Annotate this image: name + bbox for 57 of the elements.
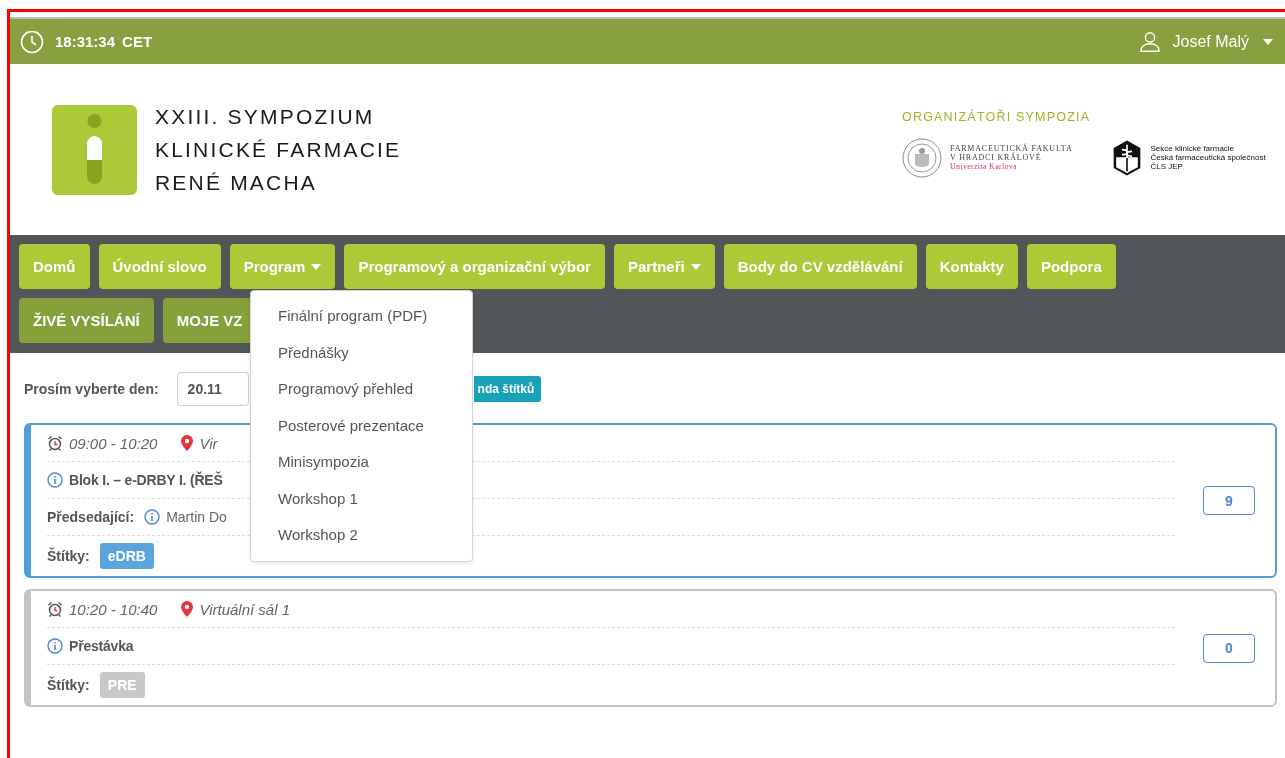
count-badge: 9 bbox=[1203, 486, 1255, 515]
clock-time: 18:31:34 bbox=[55, 33, 116, 50]
nav-button[interactable]: Programový a organizační výbor bbox=[344, 244, 605, 289]
alarm-clock-icon bbox=[47, 601, 63, 617]
seal-icon bbox=[902, 137, 942, 178]
nav-button[interactable]: Domů bbox=[19, 244, 90, 289]
alarm-clock-icon bbox=[47, 435, 63, 451]
timezone: CET bbox=[122, 33, 153, 50]
chair-name: Martin Do bbox=[166, 509, 227, 525]
nav-button[interactable]: Kontakty bbox=[925, 244, 1018, 289]
organizer-name: V HRADCI KRÁLOVÉ bbox=[950, 153, 1042, 162]
count-badge: 0 bbox=[1203, 633, 1255, 663]
session-time: 09:00 - 10:20 bbox=[69, 434, 158, 452]
info-icon[interactable] bbox=[144, 509, 161, 525]
organizer-name: Česká farmaceutická společnost bbox=[1150, 153, 1266, 162]
nav-button[interactable]: Úvodní slovo bbox=[98, 244, 221, 289]
logo-icon bbox=[52, 104, 137, 195]
info-icon[interactable] bbox=[47, 472, 63, 488]
user-icon bbox=[1138, 30, 1161, 53]
nav-button[interactable]: ŽIVÉ VYSÍLÁNÍ bbox=[19, 298, 154, 343]
nav-button[interactable]: Body do CV vzdělávání bbox=[723, 244, 917, 289]
session-title: Blok I. – e-DRBY I. (ŘEŠ bbox=[69, 472, 223, 488]
day-select[interactable]: 20.11 bbox=[176, 372, 249, 406]
organizer-name: Sekce klinické farmacie bbox=[1150, 144, 1236, 153]
user-menu[interactable]: Josef Malý bbox=[1138, 30, 1273, 53]
menu-item[interactable]: Workshop 1 bbox=[251, 480, 472, 517]
session-time: 10:20 - 10:40 bbox=[69, 600, 158, 618]
menu-item[interactable]: Posterové prezentace bbox=[251, 407, 472, 444]
menu-item[interactable]: Programový přehled bbox=[251, 371, 472, 408]
chair-label: Předsedající: bbox=[47, 509, 135, 525]
tags-label: Štítky: bbox=[47, 677, 90, 693]
nav-button[interactable]: Program bbox=[229, 244, 336, 289]
organizers-heading: ORGANIZÁTOŘI SYMPOZIA bbox=[902, 109, 1092, 124]
nav-button[interactable]: Podpora bbox=[1026, 244, 1116, 289]
symposium-title: XXIII. SYMPOZIUM bbox=[155, 104, 376, 130]
symposium-title: RENÉ MACHA bbox=[155, 170, 319, 196]
tags-label: Štítky: bbox=[47, 548, 90, 564]
session-location: Virtuální sál 1 bbox=[199, 600, 290, 618]
nav-button[interactable]: Partneři bbox=[613, 244, 715, 289]
caret-icon bbox=[311, 263, 322, 270]
location-pin-icon bbox=[181, 435, 194, 451]
tag-legend-button[interactable]: nda štítků bbox=[473, 376, 542, 402]
organizer-name: FARMACEUTICKÁ FAKULTA bbox=[950, 144, 1073, 153]
clock-icon bbox=[20, 29, 44, 54]
caret-icon bbox=[690, 263, 701, 270]
menu-item[interactable]: Workshop 2 bbox=[251, 517, 472, 554]
menu-item[interactable]: Minisympozia bbox=[251, 444, 472, 481]
location-pin-icon bbox=[181, 601, 194, 617]
organizer-name: Univerzita Karlova bbox=[950, 162, 1018, 171]
session-title: Přestávka bbox=[69, 638, 134, 654]
tag-badge: eDRB bbox=[99, 543, 154, 569]
caret-icon bbox=[1263, 38, 1273, 45]
info-icon[interactable] bbox=[47, 638, 63, 654]
symposium-title: KLINICKÉ FARMACIE bbox=[155, 137, 402, 163]
organizer-name: ČLS JEP bbox=[1150, 162, 1184, 171]
session-location: Vir bbox=[199, 434, 218, 452]
day-label: Prosím vyberte den: bbox=[24, 381, 159, 397]
